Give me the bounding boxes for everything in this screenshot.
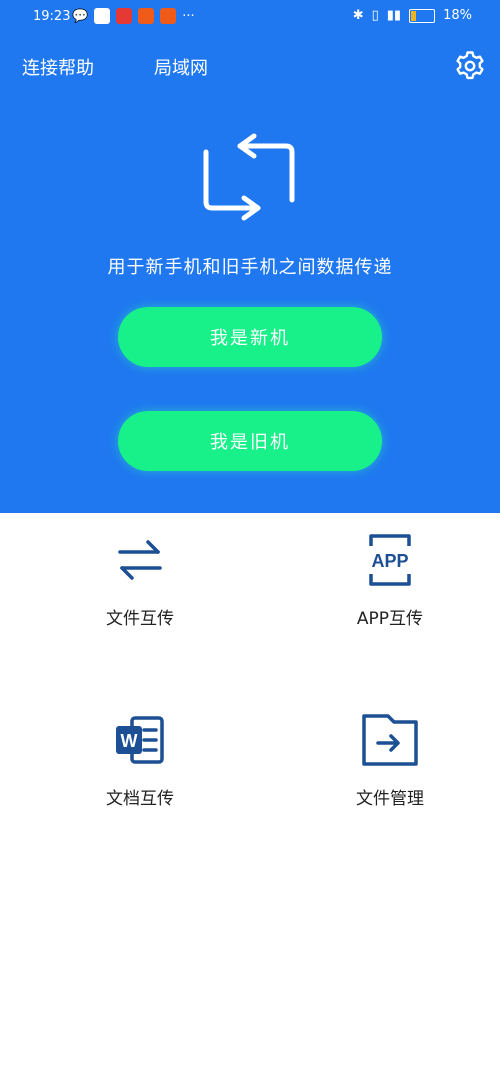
svg-text:APP: APP bbox=[371, 551, 408, 571]
new-phone-button-label: 我是新机 bbox=[210, 328, 290, 349]
feature-file-manager[interactable]: 文件管理 bbox=[290, 712, 490, 809]
folder-arrow-icon bbox=[362, 714, 418, 766]
status-time: 19:23 bbox=[33, 9, 71, 24]
feature-label: APP互传 bbox=[356, 609, 424, 629]
tagline: 用于新手机和旧手机之间数据传递 bbox=[107, 257, 393, 278]
tab-lan[interactable]: 局域网 bbox=[154, 54, 208, 80]
swap-horizontal-icon bbox=[118, 540, 162, 580]
status-bar: 19:23 💬 ··· ✱ ▯ ▮▮ 18% bbox=[0, 0, 500, 34]
swap-arrows-icon bbox=[203, 133, 295, 221]
feature-label: 文档互传 bbox=[106, 789, 174, 809]
notification-icon bbox=[94, 8, 111, 24]
app-notification-icon-3 bbox=[160, 8, 177, 24]
status-notifications: 💬 ··· bbox=[72, 8, 195, 24]
feature-app-transfer[interactable]: APP APP互传 bbox=[290, 532, 490, 629]
feature-document-transfer[interactable]: W 文档互传 bbox=[40, 712, 240, 809]
feature-label: 文件管理 bbox=[356, 789, 424, 809]
message-icon: 💬 bbox=[72, 8, 89, 24]
app-notification-icon-2 bbox=[138, 8, 155, 24]
tab-connection-help[interactable]: 连接帮助 bbox=[22, 54, 94, 80]
svg-text:W: W bbox=[121, 731, 138, 751]
old-phone-button[interactable]: 我是旧机 bbox=[118, 411, 382, 471]
new-phone-button[interactable]: 我是新机 bbox=[118, 307, 382, 367]
feature-file-transfer[interactable]: 文件互传 bbox=[40, 532, 240, 629]
app-notification-icon bbox=[116, 8, 133, 24]
word-document-icon: W bbox=[116, 716, 164, 764]
app-icon: APP bbox=[369, 534, 411, 586]
more-icon: ··· bbox=[182, 8, 195, 24]
signal-icon: ▮▮ bbox=[386, 8, 402, 23]
feature-label: 文件互传 bbox=[106, 609, 174, 629]
gear-icon[interactable] bbox=[454, 50, 486, 82]
bluetooth-icon: ✱ bbox=[352, 8, 364, 23]
old-phone-button-label: 我是旧机 bbox=[210, 432, 290, 453]
status-indicators: ✱ ▯ ▮▮ 18% bbox=[353, 8, 472, 23]
battery-icon bbox=[409, 8, 436, 23]
vibrate-icon: ▯ bbox=[371, 8, 379, 23]
battery-text: 18% bbox=[443, 8, 472, 23]
top-tab-bar: 连接帮助 局域网 bbox=[0, 52, 500, 84]
